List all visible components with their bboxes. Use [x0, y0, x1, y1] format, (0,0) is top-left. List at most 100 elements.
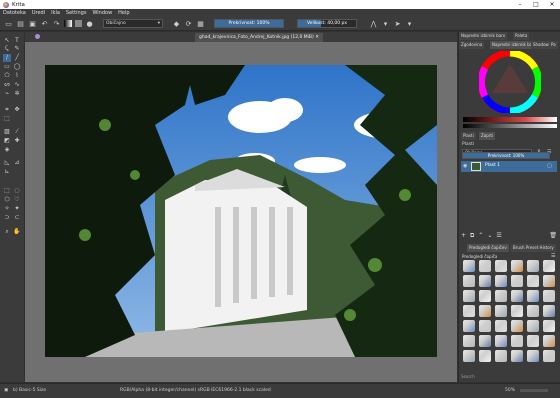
- brush-preset-icon[interactable]: [527, 350, 539, 362]
- brush-preset-icon[interactable]: [511, 290, 523, 302]
- brush-preset-icon[interactable]: [511, 335, 523, 347]
- reload-preset-icon[interactable]: ⟳: [184, 19, 193, 28]
- brush-preset-icon[interactable]: [543, 260, 555, 272]
- magnetic-select-icon[interactable]: ⊂: [13, 214, 21, 222]
- rect-select-icon[interactable]: ⬚: [3, 187, 11, 195]
- freehand-brush-icon[interactable]: ∕: [3, 54, 11, 62]
- brush-preset-icon[interactable]: [479, 260, 491, 272]
- brush-preset-icon[interactable]: [463, 260, 475, 272]
- brush-preset-icon[interactable]: [511, 350, 523, 362]
- alpha-lock-icon[interactable]: ▦: [196, 19, 205, 28]
- tab-shadow[interactable]: Shadow: [531, 41, 551, 49]
- duplicate-layer-icon[interactable]: ⧉: [470, 232, 474, 240]
- value-bar[interactable]: [463, 124, 557, 128]
- brush-preset-icon[interactable]: [543, 335, 555, 347]
- brush-preset-icon[interactable]: [527, 260, 539, 272]
- brush-preset-icon[interactable]: [543, 320, 555, 332]
- brush-preset-icon[interactable]: [479, 305, 491, 317]
- transform-tool-icon[interactable]: ⬚: [3, 115, 11, 123]
- polygon-select-icon[interactable]: ⬡: [3, 196, 11, 204]
- tab-pa[interactable]: Pa: [549, 41, 558, 49]
- visibility-eye-icon[interactable]: ◉: [463, 163, 467, 169]
- brush-preset-icon[interactable]: [511, 260, 523, 272]
- menu-image[interactable]: Ikla: [51, 10, 60, 16]
- redo-icon[interactable]: ↷: [52, 19, 61, 28]
- brush-preset-icon[interactable]: [511, 275, 523, 287]
- brush-preset-icon[interactable]: [479, 290, 491, 302]
- undo-icon[interactable]: ↶: [40, 19, 49, 28]
- tab-brush-preset-history[interactable]: Brush Preset History: [511, 244, 556, 252]
- fill-tool-icon[interactable]: ◈: [3, 146, 11, 154]
- bezier-select-icon[interactable]: ⊃: [3, 214, 11, 222]
- chevron-down-icon[interactable]: ▾: [405, 19, 414, 28]
- bezier-tool-icon[interactable]: ᔕ: [3, 81, 11, 89]
- brush-preset-icon[interactable]: [511, 305, 523, 317]
- tab-brush-presets[interactable]: Predogledi čopičev: [467, 244, 509, 252]
- brush-preset-icon[interactable]: [495, 350, 507, 362]
- line-tool-icon[interactable]: ╱: [13, 54, 21, 62]
- brush-preset-icon[interactable]: [495, 335, 507, 347]
- color-wheel[interactable]: [479, 51, 541, 113]
- gradient-swatch-icon[interactable]: [64, 20, 72, 27]
- brush-preset-icon[interactable]: [543, 290, 555, 302]
- menu-file[interactable]: Datoteka: [3, 10, 26, 16]
- brush-preset-icon[interactable]: [527, 305, 539, 317]
- pattern-swatch-icon[interactable]: [75, 20, 82, 27]
- new-document-icon[interactable]: ▭: [4, 19, 13, 28]
- delete-layer-icon[interactable]: 🗑: [549, 232, 557, 240]
- brush-preset-icon[interactable]: ●: [85, 19, 94, 28]
- brush-preset-icon[interactable]: [495, 320, 507, 332]
- brush-preset-icon[interactable]: [479, 320, 491, 332]
- close-button[interactable]: ✕: [544, 0, 560, 9]
- menu-edit[interactable]: Uredi: [32, 10, 45, 16]
- select-shapes-icon[interactable]: ↖: [3, 37, 11, 45]
- chevron-down-icon[interactable]: ▾: [381, 19, 390, 28]
- freehand-select-icon[interactable]: ♡: [13, 196, 21, 204]
- measure-tool-icon[interactable]: ⊿: [13, 159, 21, 167]
- freehand-path-icon[interactable]: ∿: [13, 81, 21, 89]
- brush-preset-icon[interactable]: [543, 305, 555, 317]
- brush-preset-icon[interactable]: [463, 350, 475, 362]
- similar-select-icon[interactable]: ✦: [13, 205, 21, 213]
- brush-preset-icon[interactable]: [495, 305, 507, 317]
- brush-preset-icon[interactable]: [479, 350, 491, 362]
- size-slider[interactable]: Velikost: 40,00 px: [297, 19, 357, 28]
- brush-preset-icon[interactable]: [463, 305, 475, 317]
- move-up-icon[interactable]: ⌃: [478, 232, 483, 240]
- ellipse-tool-icon[interactable]: ◯: [13, 63, 21, 71]
- brush-preset-icon[interactable]: [495, 260, 507, 272]
- contiguous-select-icon[interactable]: ✧: [3, 205, 11, 213]
- ellipse-select-icon[interactable]: ◌: [13, 187, 21, 195]
- layer-row[interactable]: ◉ Plast 1 ▢: [461, 161, 557, 172]
- gradient-tool-icon[interactable]: ▨: [3, 128, 11, 136]
- tab-palette[interactable]: Paleta: [513, 32, 530, 40]
- brush-preset-icon[interactable]: [495, 290, 507, 302]
- blend-mode-select[interactable]: Običajno ▾: [103, 19, 163, 28]
- brush-preset-icon[interactable]: [527, 335, 539, 347]
- brush-preset-icon[interactable]: [495, 275, 507, 287]
- dynamic-brush-icon[interactable]: ⌁: [3, 90, 11, 98]
- text-tool-icon[interactable]: T: [13, 37, 21, 45]
- calligraphy-icon[interactable]: ✎: [13, 45, 21, 53]
- preset-search-input[interactable]: Search: [461, 374, 475, 379]
- brush-preset-icon[interactable]: [543, 275, 555, 287]
- brush-preset-icon[interactable]: [463, 320, 475, 332]
- minimize-button[interactable]: –: [512, 0, 528, 9]
- menu-window[interactable]: Window: [92, 10, 112, 16]
- brush-preset-icon[interactable]: [463, 290, 475, 302]
- canvas-area[interactable]: ghad_krajevnica_Foto_Andrej_Kotnik.jpg (…: [25, 32, 457, 382]
- brush-preset-icon[interactable]: [527, 320, 539, 332]
- close-tab-icon[interactable]: ✕: [315, 35, 319, 40]
- mirror-horizontal-icon[interactable]: ⋀: [369, 19, 378, 28]
- multibrush-icon[interactable]: ✲: [13, 90, 21, 98]
- brush-preset-icon[interactable]: [543, 350, 555, 362]
- brush-preset-icon[interactable]: [527, 290, 539, 302]
- color-gradient-bar[interactable]: [463, 117, 557, 122]
- edit-shapes-icon[interactable]: ⤹: [3, 45, 11, 53]
- canvas-image[interactable]: [45, 65, 437, 357]
- presets-menu-icon[interactable]: ☰: [551, 253, 555, 259]
- zoom-tool-icon[interactable]: ⌕: [3, 228, 11, 236]
- maximize-button[interactable]: □: [528, 0, 544, 9]
- wrap-around-icon[interactable]: ➤: [393, 19, 402, 28]
- menu-help[interactable]: Help: [118, 10, 129, 16]
